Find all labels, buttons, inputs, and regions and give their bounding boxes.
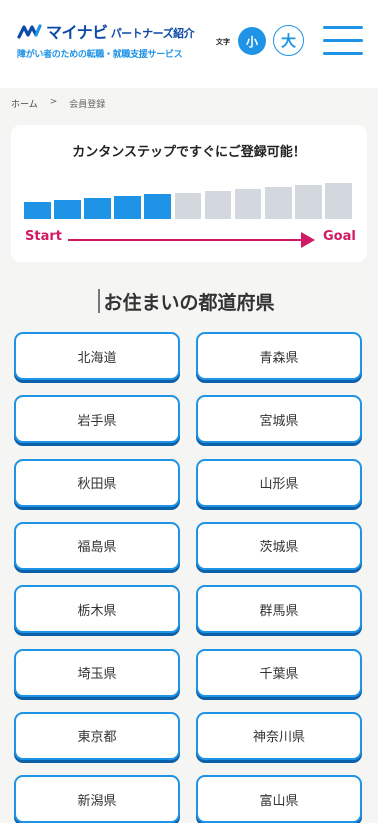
step-bar — [24, 202, 51, 219]
prefecture-button[interactable]: 群馬県 — [196, 585, 362, 634]
menu-line — [323, 52, 363, 55]
breadcrumb-separator: > — [49, 97, 58, 107]
start-label: Start — [25, 229, 62, 244]
logo-mark-icon — [17, 24, 42, 39]
hamburger-menu-icon[interactable] — [323, 26, 363, 56]
step-bar — [234, 188, 262, 219]
prefecture-button[interactable]: 神奈川県 — [196, 711, 362, 760]
breadcrumb-home-link[interactable]: ホーム — [11, 97, 38, 110]
step-bar — [144, 194, 172, 219]
step-bar — [264, 186, 292, 219]
prefecture-button[interactable]: 岩手県 — [14, 395, 180, 444]
step-bar — [84, 198, 111, 219]
step-bar — [54, 200, 81, 219]
prefecture-button[interactable]: 北海道 — [14, 332, 180, 380]
logo-sub-text: パートナーズ紹介 — [110, 26, 195, 40]
prefecture-button[interactable]: 栃木県 — [14, 585, 180, 634]
step-bar — [294, 184, 322, 219]
text-cursor — [98, 289, 100, 313]
prefecture-button[interactable]: 東京都 — [14, 711, 180, 760]
prefecture-button[interactable]: 福島県 — [14, 521, 180, 570]
step-bar — [114, 196, 142, 219]
site-header: マイナビ パートナーズ紹介 障がい者のための転職・就職支援サービス 文字 小 大 — [0, 0, 378, 88]
prefecture-button[interactable]: 山形県 — [196, 458, 362, 507]
step-bar — [325, 183, 352, 219]
step-bar — [174, 192, 202, 219]
site-logo[interactable]: マイナビ パートナーズ紹介 — [17, 20, 195, 42]
registration-steps-card: カンタンステップですぐにご登録可能！ Start Goal — [11, 125, 367, 262]
font-size-label: 文字 — [216, 38, 230, 46]
font-size-small-button[interactable]: 小 — [238, 27, 266, 55]
prefecture-button[interactable]: 茨城県 — [196, 521, 362, 570]
progress-arrow-line — [68, 239, 301, 241]
font-size-large-button[interactable]: 大 — [273, 25, 304, 56]
menu-line — [323, 26, 363, 29]
prefecture-button[interactable]: 千葉県 — [196, 648, 362, 697]
arrow-head-icon — [301, 232, 315, 248]
step-bar — [204, 190, 232, 219]
breadcrumb-current: 会員登録 — [69, 100, 106, 110]
prefecture-button[interactable]: 新潟県 — [14, 775, 180, 823]
menu-line — [323, 39, 363, 42]
prefecture-button[interactable]: 宮城県 — [196, 395, 362, 444]
prefecture-button[interactable]: 埼玉県 — [14, 648, 180, 697]
goal-label: Goal — [323, 229, 356, 244]
prefecture-button[interactable]: 秋田県 — [14, 458, 180, 507]
logo-brand-text: マイナビ — [46, 23, 108, 42]
prefecture-button[interactable]: 富山県 — [196, 775, 362, 823]
site-tagline: 障がい者のための転職・就職支援サービス — [17, 50, 183, 60]
prefecture-button[interactable]: 青森県 — [196, 332, 362, 380]
breadcrumb: ホーム > 会員登録 — [11, 97, 105, 110]
prefecture-section-title: お住まいの都道府県 — [103, 292, 275, 314]
